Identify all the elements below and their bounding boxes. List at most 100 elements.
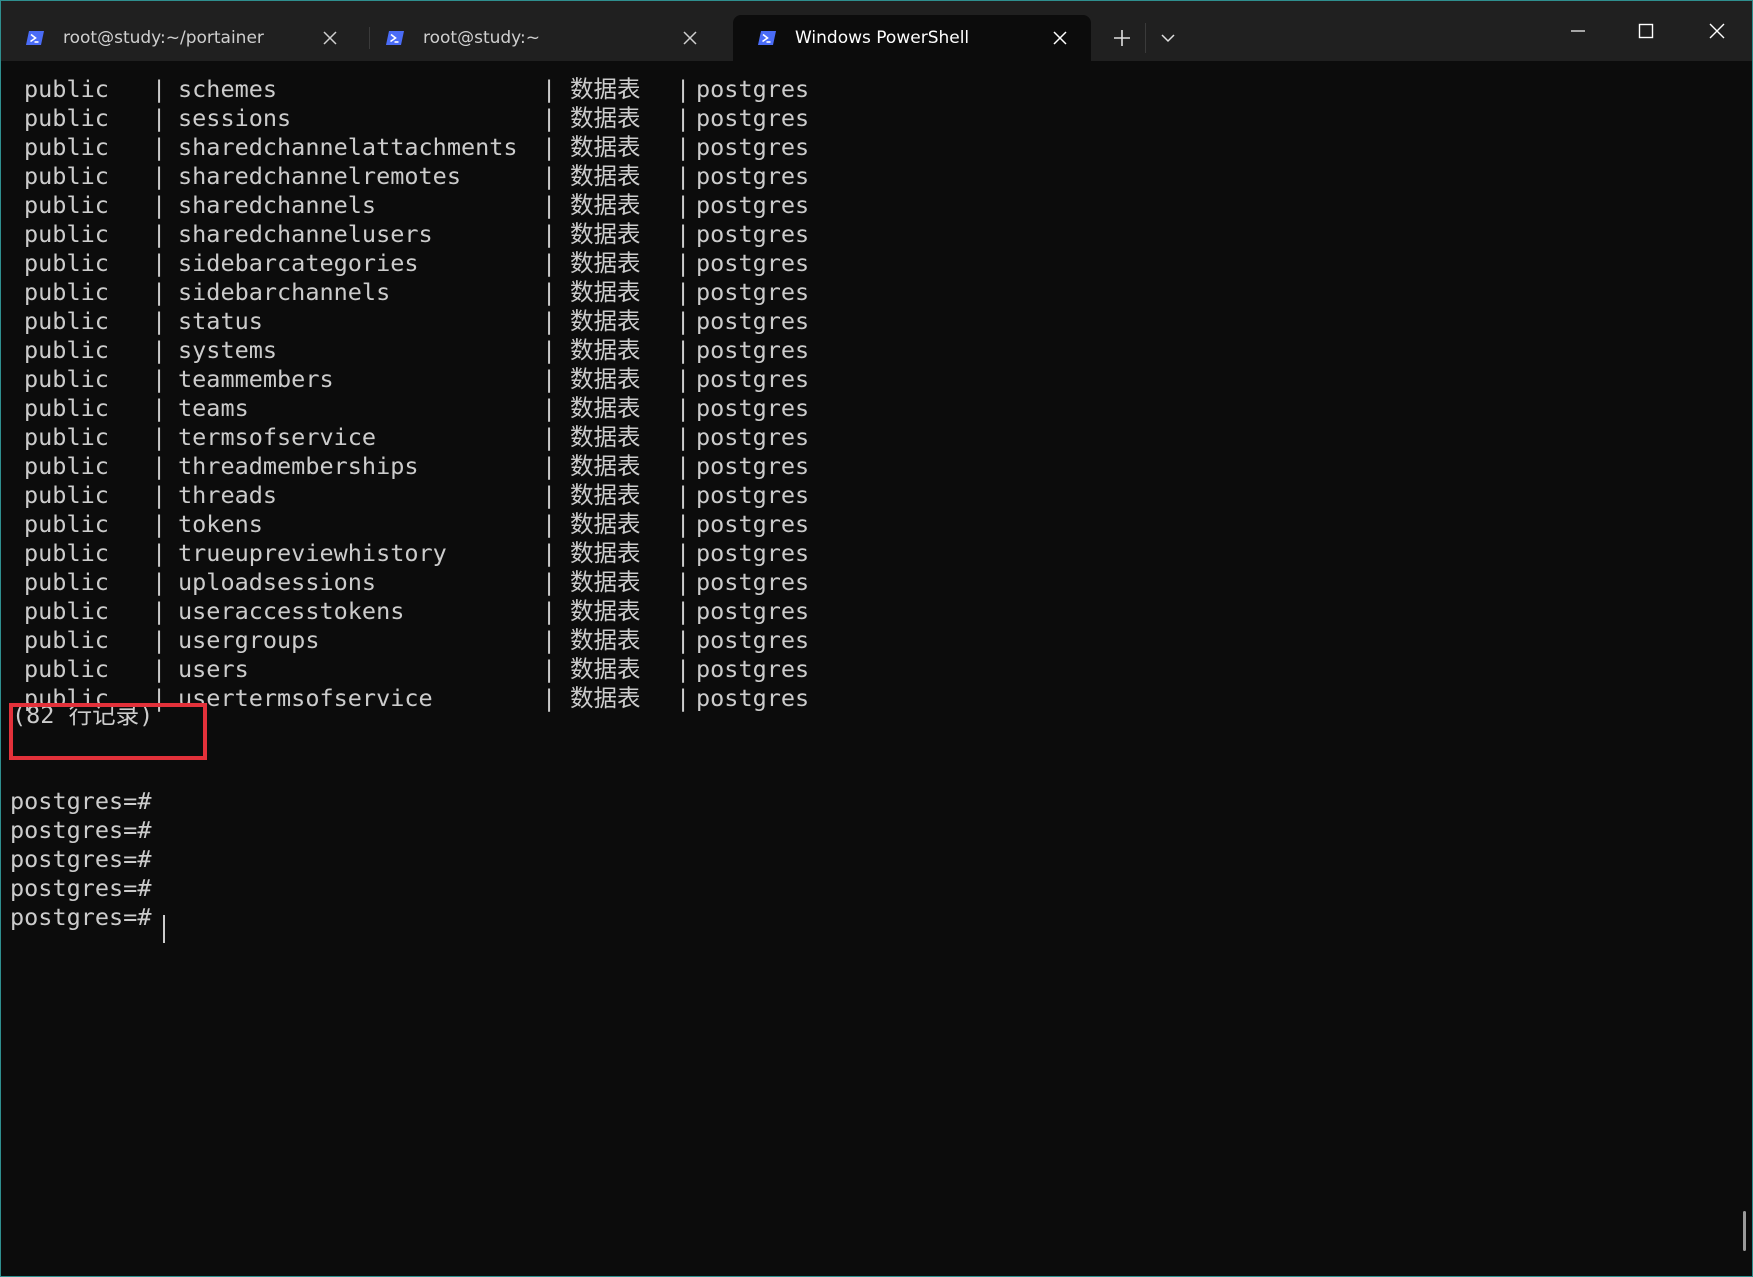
- terminal-window: root@study:~/portainer root@study:~ Wind…: [0, 0, 1753, 1277]
- table-row: public | usergroups | 数据表 | postgres: [10, 626, 910, 655]
- table-name-cell: usergroups: [178, 626, 320, 654]
- schema-cell: public: [24, 133, 109, 161]
- table-row: public | status | 数据表 | postgres: [10, 307, 910, 336]
- table-name-cell: status: [178, 307, 263, 335]
- close-icon[interactable]: [1053, 31, 1067, 45]
- maximize-icon: [1638, 23, 1654, 39]
- type-cell: 数据表: [570, 336, 641, 364]
- column-separator: |: [676, 75, 691, 103]
- table-name-cell: sidebarchannels: [178, 278, 391, 306]
- column-separator: |: [542, 133, 557, 161]
- table-row: public | sessions | 数据表 | postgres: [10, 104, 910, 133]
- column-separator: |: [542, 75, 557, 103]
- column-separator: |: [152, 249, 167, 277]
- column-separator: |: [152, 104, 167, 132]
- schema-cell: public: [24, 626, 109, 654]
- close-icon: [1709, 23, 1725, 39]
- type-cell: 数据表: [570, 626, 641, 654]
- owner-cell: postgres: [696, 481, 810, 509]
- type-cell: 数据表: [570, 75, 641, 103]
- type-cell: 数据表: [570, 220, 641, 248]
- table-row: public | teammembers | 数据表 | postgres: [10, 365, 910, 394]
- owner-cell: postgres: [696, 307, 810, 335]
- table-row: public | users | 数据表 | postgres: [10, 655, 910, 684]
- table-row: public | termsofservice | 数据表 | postgres: [10, 423, 910, 452]
- column-separator: |: [152, 162, 167, 190]
- column-separator: |: [676, 278, 691, 306]
- powershell-icon: [26, 31, 44, 45]
- new-tab-button[interactable]: [1105, 21, 1139, 55]
- type-cell: 数据表: [570, 133, 641, 161]
- tab-label: Windows PowerShell: [795, 28, 970, 48]
- scrollbar[interactable]: [1743, 1211, 1746, 1251]
- close-icon[interactable]: [683, 31, 697, 45]
- column-separator: |: [152, 307, 167, 335]
- tab-study-home[interactable]: root@study:~: [361, 15, 721, 61]
- table-name-cell: tokens: [178, 510, 263, 538]
- table-name-cell: threads: [178, 481, 278, 509]
- schema-cell: public: [24, 568, 109, 596]
- table-row: public | sharedchannels | 数据表 | postgres: [10, 191, 910, 220]
- owner-cell: postgres: [696, 278, 810, 306]
- column-separator: |: [542, 162, 557, 190]
- title-bar: root@study:~/portainer root@study:~ Wind…: [1, 1, 1752, 61]
- column-separator: |: [152, 481, 167, 509]
- type-cell: 数据表: [570, 539, 641, 567]
- minimize-button[interactable]: [1544, 1, 1612, 61]
- column-separator: |: [542, 307, 557, 335]
- column-separator: |: [542, 104, 557, 132]
- table-row: public | sidebarchannels | 数据表 | postgres: [10, 278, 910, 307]
- table-name-cell: useraccesstokens: [178, 597, 405, 625]
- table-row: public | teams | 数据表 | postgres: [10, 394, 910, 423]
- row-count-highlight: [9, 703, 207, 760]
- column-separator: |: [676, 597, 691, 625]
- schema-cell: public: [24, 104, 109, 132]
- owner-cell: postgres: [696, 626, 810, 654]
- column-separator: |: [676, 684, 691, 712]
- column-separator: |: [542, 220, 557, 248]
- schema-cell: public: [24, 452, 109, 480]
- column-separator: |: [542, 278, 557, 306]
- table-name-cell: teammembers: [178, 365, 334, 393]
- column-separator: |: [152, 539, 167, 567]
- column-separator: |: [542, 394, 557, 422]
- table-name-cell: sharedchannelattachments: [178, 133, 518, 161]
- type-cell: 数据表: [570, 394, 641, 422]
- table-name-cell: sidebarcategories: [178, 249, 419, 277]
- column-separator: |: [152, 220, 167, 248]
- owner-cell: postgres: [696, 104, 810, 132]
- type-cell: 数据表: [570, 162, 641, 190]
- column-separator: |: [152, 133, 167, 161]
- schema-cell: public: [24, 423, 109, 451]
- owner-cell: postgres: [696, 394, 810, 422]
- type-cell: 数据表: [570, 481, 641, 509]
- schema-cell: public: [24, 278, 109, 306]
- owner-cell: postgres: [696, 162, 810, 190]
- type-cell: 数据表: [570, 191, 641, 219]
- tab-portainer[interactable]: root@study:~/portainer: [1, 15, 361, 61]
- column-separator: |: [676, 249, 691, 277]
- column-separator: |: [152, 597, 167, 625]
- column-separator: |: [152, 336, 167, 364]
- terminal-output[interactable]: public | schemes | 数据表 | postgres public | sessio…: [1, 61, 1752, 1276]
- tab-dropdown-button[interactable]: [1151, 21, 1185, 55]
- column-separator: |: [676, 626, 691, 654]
- column-separator: |: [542, 452, 557, 480]
- column-separator: |: [676, 133, 691, 161]
- type-cell: 数据表: [570, 104, 641, 132]
- owner-cell: postgres: [696, 684, 810, 712]
- column-separator: |: [542, 423, 557, 451]
- column-separator: |: [542, 597, 557, 625]
- column-separator: |: [676, 162, 691, 190]
- owner-cell: postgres: [696, 510, 810, 538]
- column-separator: |: [542, 626, 557, 654]
- maximize-button[interactable]: [1612, 1, 1680, 61]
- column-separator: |: [542, 568, 557, 596]
- table-row: public | threads | 数据表 | postgres: [10, 481, 910, 510]
- owner-cell: postgres: [696, 220, 810, 248]
- close-window-button[interactable]: [1683, 1, 1751, 61]
- close-icon[interactable]: [323, 31, 337, 45]
- tab-windows-powershell[interactable]: Windows PowerShell: [733, 15, 1091, 61]
- column-separator: |: [152, 365, 167, 393]
- column-separator: |: [676, 365, 691, 393]
